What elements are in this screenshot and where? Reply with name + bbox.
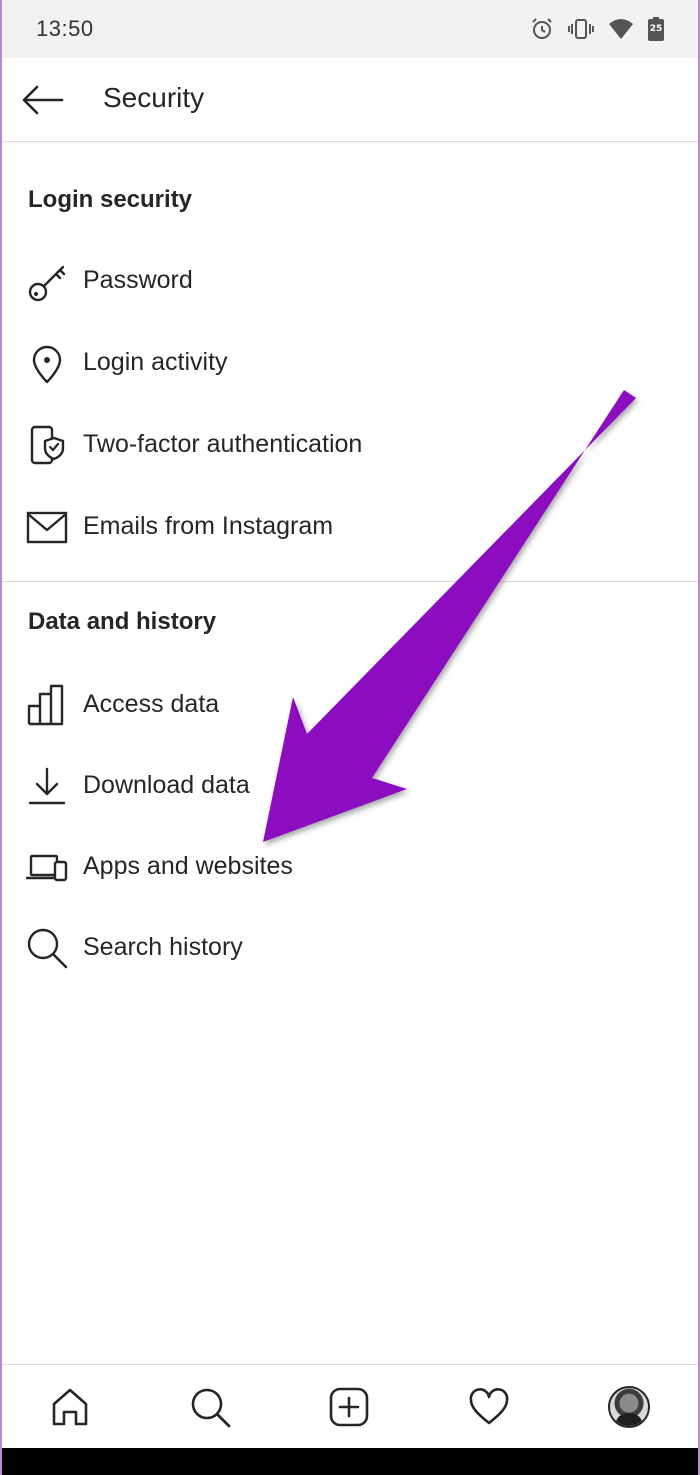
- nav-profile-button[interactable]: [605, 1383, 653, 1431]
- menu-item-label: Access data: [83, 690, 220, 718]
- section-title-login-security: Login security: [28, 186, 193, 213]
- menu-item-label: Two-factor authentication: [83, 430, 363, 458]
- phone-shield-icon: [26, 424, 68, 466]
- home-icon: [52, 1388, 88, 1426]
- menu-item-label: Apps and websites: [83, 852, 293, 880]
- alarm-icon: [532, 18, 552, 39]
- profile-avatar: [608, 1386, 650, 1428]
- status-bar: 13:50 25: [0, 0, 700, 58]
- menu-item-label: Emails from Instagram: [83, 512, 334, 540]
- menu-item-emails-from-instagram[interactable]: Emails from Instagram: [0, 486, 700, 566]
- nav-new-post-button[interactable]: [325, 1383, 373, 1431]
- page-title: Security: [103, 82, 205, 113]
- menu-item-label: Login activity: [83, 348, 228, 376]
- search-icon: [26, 927, 68, 969]
- back-button[interactable]: [18, 78, 66, 122]
- key-icon: [26, 262, 68, 304]
- nav-search-button[interactable]: [186, 1383, 234, 1431]
- battery-icon: 25: [648, 17, 664, 41]
- menu-item-two-factor-authentication[interactable]: Two-factor authentication: [0, 404, 700, 484]
- new-post-icon: [329, 1387, 369, 1427]
- location-pin-icon: [26, 343, 68, 385]
- nav-home-button[interactable]: [46, 1383, 94, 1431]
- section-divider: [0, 581, 700, 582]
- system-navigation-bar: [0, 1448, 700, 1475]
- section-title-data-and-history: Data and history: [28, 608, 217, 635]
- menu-item-password[interactable]: Password: [0, 242, 700, 322]
- search-icon: [191, 1388, 231, 1428]
- menu-item-label: Password: [83, 266, 193, 294]
- wifi-icon: [609, 19, 633, 39]
- vibrate-icon: [568, 19, 594, 39]
- menu-item-label: Download data: [83, 771, 250, 799]
- menu-item-login-activity[interactable]: Login activity: [0, 323, 700, 403]
- status-time: 13:50: [36, 16, 94, 41]
- envelope-icon: [26, 506, 68, 548]
- menu-item-apps-and-websites[interactable]: Apps and websites: [0, 826, 700, 906]
- menu-item-download-data[interactable]: Download data: [0, 745, 700, 825]
- menu-item-access-data[interactable]: Access data: [0, 664, 700, 744]
- activity-heart-icon: [469, 1388, 509, 1425]
- menu-item-label: Search history: [83, 933, 243, 961]
- arrow-left-icon: [22, 85, 64, 115]
- bottom-navigation: [0, 1364, 700, 1448]
- bar-chart-icon: [26, 684, 68, 726]
- menu-item-search-history[interactable]: Search history: [0, 907, 700, 987]
- battery-level-text: 25: [649, 24, 663, 34]
- laptop-phone-icon: [26, 846, 68, 888]
- nav-activity-button[interactable]: [465, 1383, 513, 1431]
- status-icons: 25: [530, 17, 664, 41]
- top-app-bar: Security: [0, 58, 700, 142]
- download-icon: [26, 765, 68, 807]
